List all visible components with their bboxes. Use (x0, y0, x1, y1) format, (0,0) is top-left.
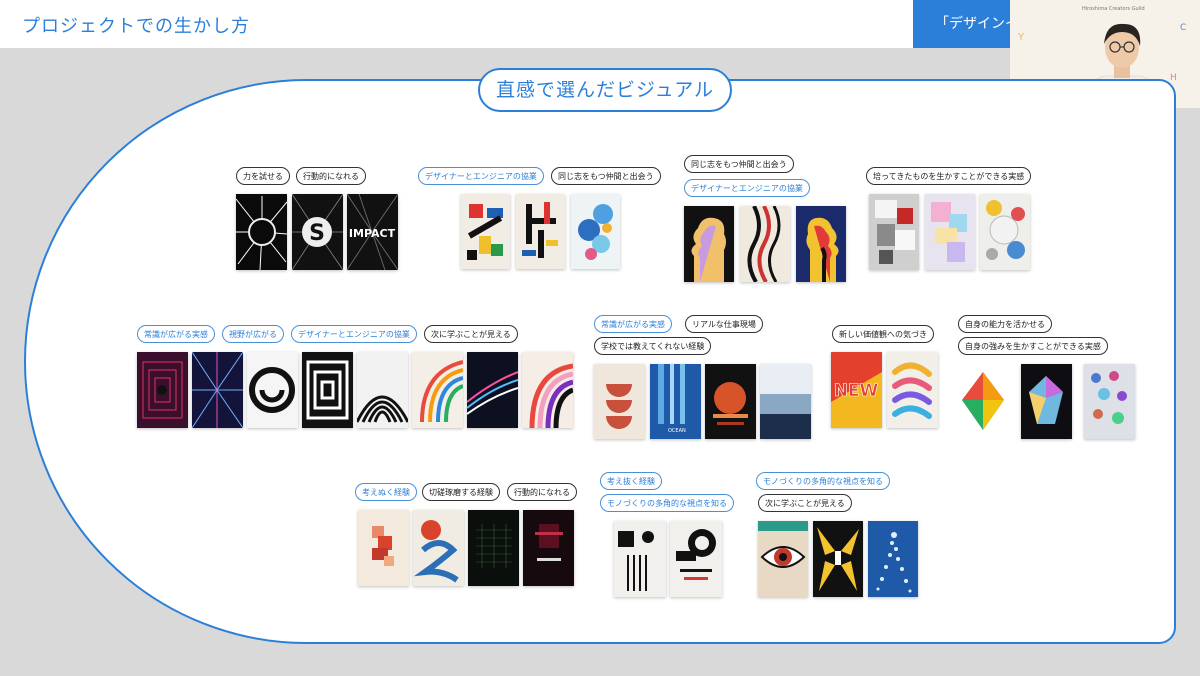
next-section-tab: 「デザインイ (913, 0, 1023, 48)
tag: 学校では教えてくれない経験 (594, 337, 712, 355)
poster-s-text: S (309, 221, 325, 246)
tag: デザイナーとエンジニアの協業 (684, 179, 810, 197)
poster-green-grid (468, 510, 519, 586)
svg-text:Y: Y (1017, 32, 1025, 43)
poster-perspective-lines (357, 352, 408, 428)
tag: 自身の強みを生かすことができる実感 (958, 337, 1108, 355)
poster-red-tunnel (137, 352, 188, 428)
poster-profile-colors (796, 206, 846, 282)
poster-bw-circles (670, 521, 722, 597)
poster-bauhaus (461, 194, 510, 269)
tag: 行動的になれる (507, 483, 577, 501)
page-title: プロジェクトでの生かし方 (22, 16, 250, 37)
tag: 力を試せる (236, 167, 290, 185)
tag: デザイナーとエンジニアの協業 (418, 167, 544, 185)
poster-burst (236, 194, 287, 270)
tag: 自身の能力を活かせる (958, 315, 1052, 333)
tag: 行動的になれる (296, 167, 366, 185)
poster-profile-pastel (684, 206, 734, 282)
tag: 視野が広がる (222, 325, 284, 343)
poster-maze-bw (302, 352, 353, 428)
poster-crystal (1021, 364, 1072, 439)
tag: 考えぬく経験 (355, 483, 417, 501)
poster-new-typography: NEW (831, 352, 882, 428)
webcam-brand: Hiroshima Creators Guild (1082, 6, 1145, 12)
poster-ocean: OCEAN (650, 364, 701, 439)
board-heading: 直感で選んだビジュアル (478, 68, 732, 112)
tag: モノづくりの多角的な視点を知る (756, 472, 890, 490)
tag: 次に学ぶことが見える (424, 325, 518, 343)
poster-yellow-shards (813, 521, 863, 597)
poster-dark-glitch (523, 510, 574, 586)
tag: モノづくりの多角的な視点を知る (600, 494, 734, 512)
tag: 切磋琢磨する経験 (422, 483, 500, 501)
poster-impact-text: IMPACT (349, 227, 396, 240)
poster-fluid-shapes (571, 194, 620, 269)
tag: 新しい価値観への気づき (832, 325, 934, 343)
tag: 同じ志をもつ仲間と出会う (551, 167, 661, 185)
tag: リアルな仕事現場 (685, 315, 763, 333)
poster-holographic (925, 194, 975, 270)
poster-blue-smoke (413, 510, 464, 586)
tag: 培ってきたものを生かすことができる実感 (866, 167, 1032, 185)
poster-gradient-letters (887, 352, 938, 428)
tag: 常識が広がる実感 (137, 325, 215, 343)
tag: 考え抜く経験 (600, 472, 662, 490)
poster-orange-orb (705, 364, 756, 439)
poster-rainbow-arcs (412, 352, 463, 428)
poster-eye (758, 521, 808, 597)
poster-letter-s: S (292, 194, 343, 270)
poster-new-text: NEW (834, 381, 879, 401)
poster-swirl-bw (247, 352, 298, 428)
poster-particle-figure (868, 521, 918, 597)
poster-wave-lines (740, 206, 790, 282)
tag: デザイナーとエンジニアの協業 (291, 325, 417, 343)
poster-neon-streaks (467, 352, 518, 428)
poster-starburst-blue (192, 352, 243, 428)
poster-kanji-geometry (516, 194, 565, 269)
poster-impact: IMPACT (347, 194, 398, 270)
svg-text:H: H (1170, 73, 1177, 83)
poster-abstract-collage (980, 194, 1030, 270)
tag: 同じ志をもつ仲間と出会う (684, 155, 794, 173)
poster-geometric-diamond (958, 364, 1009, 439)
poster-ocean-text: OCEAN (668, 428, 686, 434)
poster-gems (1084, 364, 1135, 439)
svg-text:C: C (1180, 23, 1186, 33)
poster-gradient-blue (760, 364, 811, 439)
poster-bw-geometry (614, 521, 666, 597)
poster-curved-stripes (522, 352, 573, 428)
poster-pixel-blur (358, 510, 409, 586)
poster-3d-blocks (869, 194, 919, 270)
tag: 次に学ぶことが見える (758, 494, 852, 512)
poster-red-semicircles (594, 364, 645, 439)
tag: 常識が広がる実感 (594, 315, 672, 333)
